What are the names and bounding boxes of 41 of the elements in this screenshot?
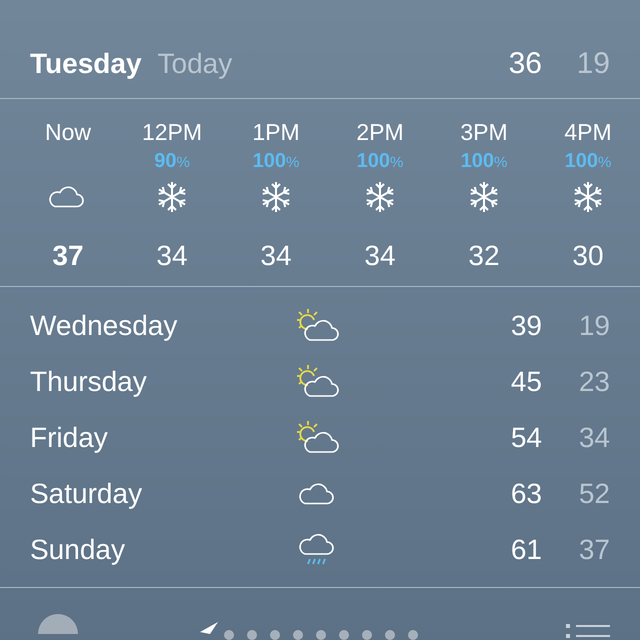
low-temperature: 37 — [578, 532, 610, 567]
day-name: Thursday — [30, 364, 148, 399]
low-temperature: 19 — [578, 308, 610, 343]
partly-cloudy-icon — [294, 308, 342, 344]
hour-label: 12PM — [142, 118, 202, 147]
partly-cloudy-icon — [294, 420, 342, 456]
precipitation-chance: 100% — [252, 148, 300, 174]
hour-temperature: 34 — [156, 238, 188, 273]
day-name: Tuesday — [30, 46, 142, 81]
day-name: Saturday — [30, 476, 144, 511]
partly-cloudy-icon — [294, 364, 342, 400]
hour-temperature: 34 — [260, 238, 292, 273]
list-icon — [566, 624, 610, 638]
high-temperature: 36 — [508, 46, 542, 82]
day-name: Friday — [30, 420, 109, 455]
hour-label: 4PM — [564, 118, 612, 147]
high-temperature: 45 — [510, 364, 542, 399]
hour-temperature: 37 — [52, 238, 84, 273]
precipitation-chance: 100% — [356, 148, 404, 174]
precipitation-chance: 100% — [460, 148, 508, 174]
low-temperature: 23 — [578, 364, 610, 399]
day-name: Sunday — [30, 532, 126, 567]
low-temperature: 19 — [576, 46, 610, 82]
hour-label: 2PM — [356, 118, 404, 147]
hour-label: Now — [44, 118, 91, 147]
low-temperature: 34 — [578, 420, 610, 455]
high-temperature: 61 — [510, 532, 542, 567]
high-temperature: 39 — [510, 308, 542, 343]
today-label: Today — [158, 46, 232, 81]
low-temperature: 52 — [578, 476, 610, 511]
day-name: Wednesday — [30, 308, 178, 343]
hour-temperature: 30 — [572, 238, 604, 273]
high-temperature: 54 — [510, 420, 542, 455]
high-temperature: 63 — [510, 476, 542, 511]
location-arrow-icon — [200, 622, 218, 634]
hour-temperature: 32 — [468, 238, 500, 273]
precipitation-chance: 100% — [564, 148, 612, 174]
hour-label: 3PM — [460, 118, 508, 147]
precipitation-chance: 90% — [154, 148, 190, 174]
hour-temperature: 34 — [364, 238, 396, 273]
hour-label: 1PM — [252, 118, 300, 147]
